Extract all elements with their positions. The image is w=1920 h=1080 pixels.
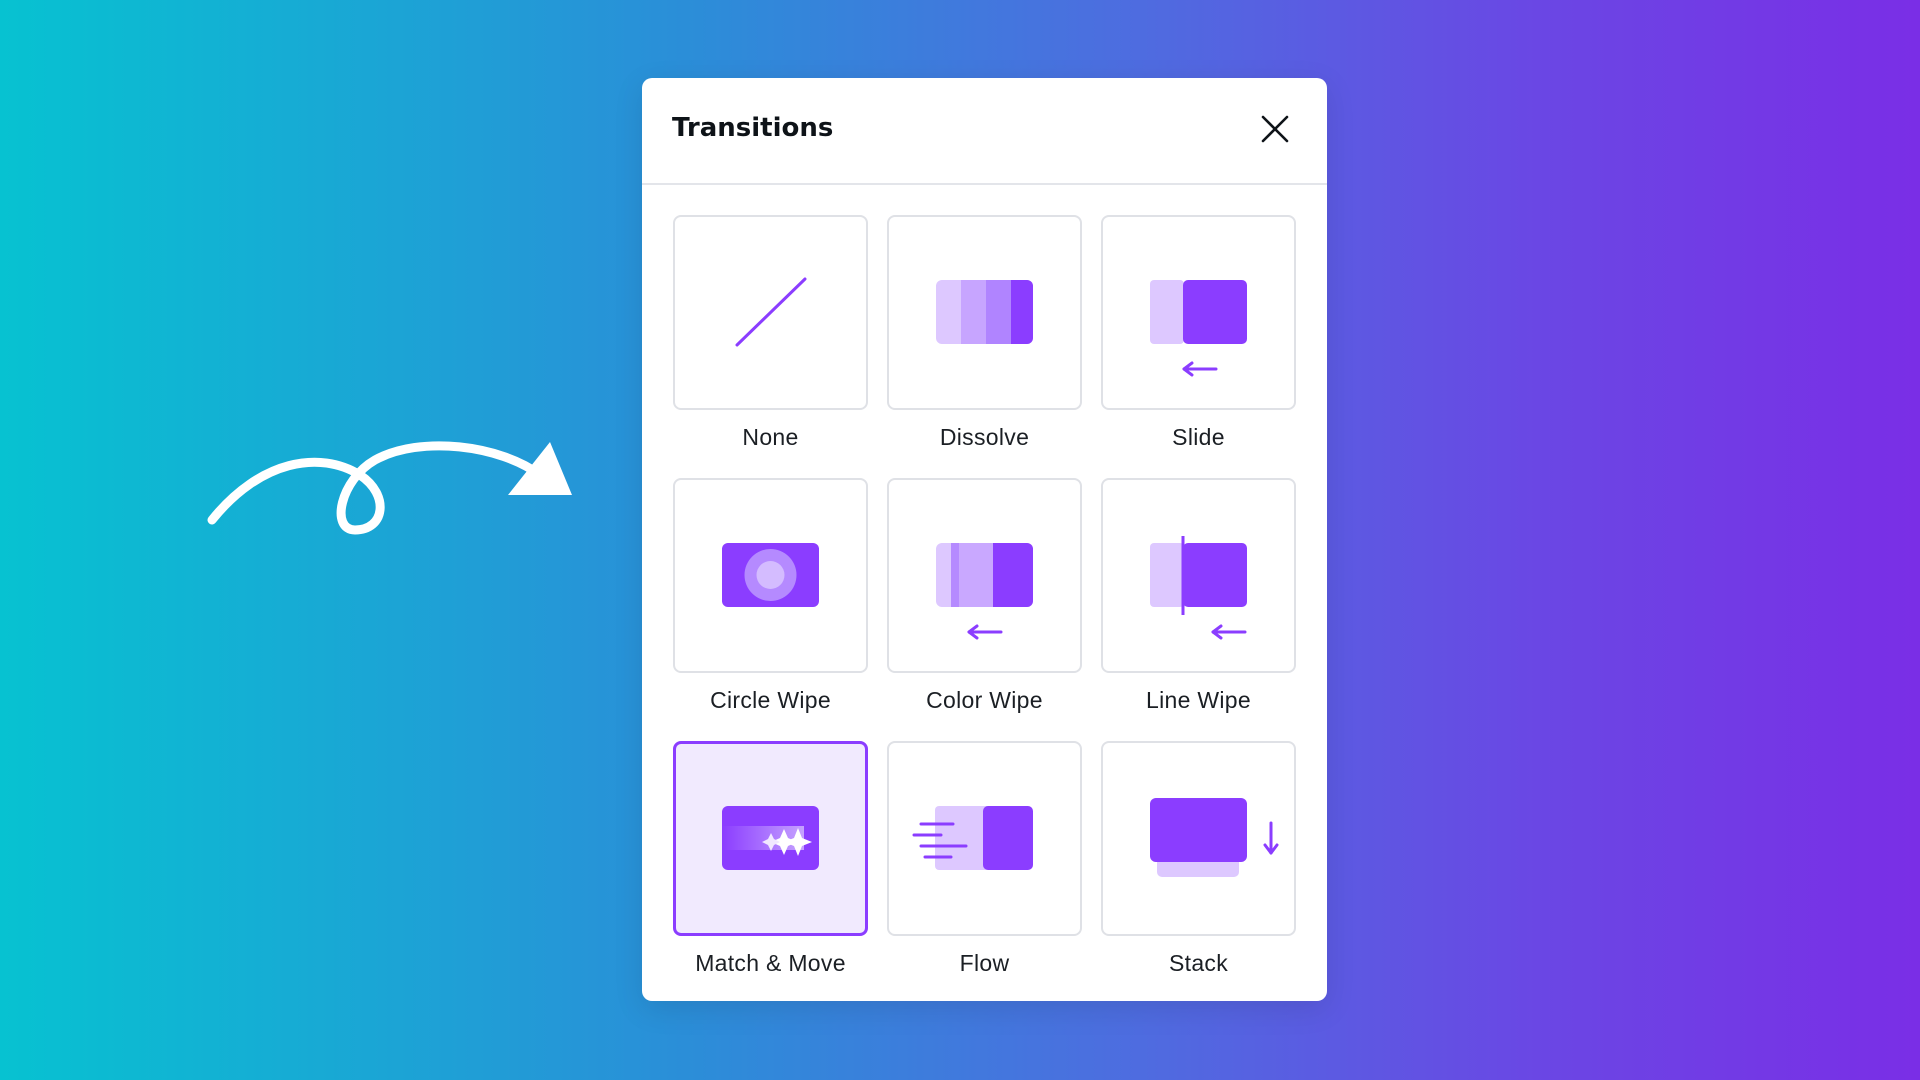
none-icon: [735, 277, 807, 347]
match-move-icon: [722, 806, 819, 870]
line-wipe-icon: [1150, 536, 1247, 640]
transition-option-line-wipe[interactable]: Line Wipe: [1101, 478, 1296, 714]
transition-label: Flow: [959, 950, 1010, 976]
transition-label: Slide: [1172, 424, 1225, 450]
transition-label: Line Wipe: [1146, 687, 1251, 713]
transition-label: Circle Wipe: [710, 687, 831, 713]
circle-wipe-icon: [722, 543, 819, 607]
transition-tile[interactable]: [887, 215, 1082, 410]
transition-label: Stack: [1168, 950, 1229, 976]
transition-option-stack[interactable]: Stack: [1101, 741, 1296, 977]
transition-label: Match & Move: [695, 950, 846, 976]
transition-label: Color Wipe: [926, 687, 1043, 713]
transition-option-dissolve[interactable]: Dissolve: [887, 215, 1082, 451]
transition-label: None: [742, 424, 799, 450]
transition-option-flow[interactable]: Flow: [887, 741, 1082, 977]
dissolve-icon: [936, 280, 1033, 344]
color-wipe-icon: [936, 543, 1033, 640]
transition-tile[interactable]: [1101, 741, 1296, 936]
transition-option-match-move[interactable]: Match & Move: [673, 741, 868, 977]
transition-tile[interactable]: [887, 478, 1082, 673]
stack-icon: [1150, 798, 1279, 877]
slide-icon: [1150, 280, 1247, 377]
transition-tile[interactable]: [1101, 215, 1296, 410]
flow-icon: [912, 806, 1033, 870]
panel-title: Transitions: [672, 113, 834, 143]
transition-tile-selected[interactable]: [673, 741, 868, 936]
close-icon[interactable]: [1257, 111, 1293, 147]
panel-header: Transitions: [642, 78, 1327, 185]
transition-tile[interactable]: [887, 741, 1082, 936]
transition-tile[interactable]: [673, 478, 868, 673]
curly-arrow-icon: [207, 441, 572, 535]
transition-option-none[interactable]: None: [673, 215, 868, 451]
transition-tile[interactable]: [673, 215, 868, 410]
transition-label: Dissolve: [939, 424, 1030, 450]
transitions-panel: Transitions None Dissolve Slide Circle W…: [642, 78, 1327, 1001]
transition-tile[interactable]: [1101, 478, 1296, 673]
transition-option-slide[interactable]: Slide: [1101, 215, 1296, 451]
transition-option-color-wipe[interactable]: Color Wipe: [887, 478, 1082, 714]
transition-option-circle-wipe[interactable]: Circle Wipe: [673, 478, 868, 714]
